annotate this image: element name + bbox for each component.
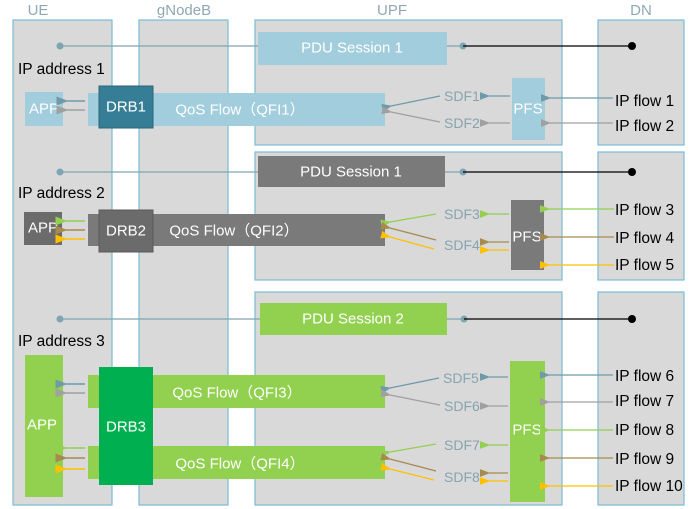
pfs-label: PFS	[512, 229, 541, 246]
dn-dot	[628, 168, 636, 176]
group-3: PDU Session 2 IP address 3 APP QoS Flow（…	[18, 303, 683, 502]
ip-flow-label: IP flow 6	[615, 368, 674, 385]
column-header-upf: UPF	[377, 2, 407, 19]
ip-flow-label: IP flow 2	[615, 118, 674, 135]
pdu-session-label: PDU Session 1	[301, 40, 403, 57]
sdf-label: SDF7	[444, 437, 480, 453]
ip-flow-label: IP flow 10	[615, 478, 683, 495]
app-label: APP	[28, 220, 58, 237]
ip-flow-label: IP flow 7	[615, 393, 674, 410]
ip-address-label: IP address 2	[18, 185, 105, 202]
pdu-session-label: PDU Session 1	[300, 164, 402, 181]
qos-flow-label: QoS Flow（QFI3）	[172, 385, 301, 402]
qos-flow-label: QoS Flow（QFI2）	[169, 223, 298, 240]
qos-flow-diagram: UE gNodeB UPF DN PDU Session 1 IP addres…	[12, 2, 685, 506]
sdf-label: SDF6	[444, 398, 480, 414]
ip-flow-label: IP flow 9	[615, 451, 674, 468]
dn-dot	[628, 315, 636, 323]
ip-flow-label: IP flow 5	[615, 257, 674, 274]
qos-flow-label: QoS Flow（QFI1）	[175, 102, 304, 119]
ip-address-dot	[56, 42, 64, 50]
ip-flow-label: IP flow 8	[615, 422, 674, 439]
ip-address-label: IP address 3	[18, 333, 105, 350]
column-header-ue: UE	[28, 2, 49, 19]
sdf-label: SDF3	[444, 206, 480, 222]
ip-address-dot	[56, 315, 64, 323]
app-label: APP	[29, 101, 59, 118]
ip-flow-label: IP flow 4	[615, 230, 675, 247]
sdf-label: SDF4	[444, 237, 480, 253]
dn-dot	[628, 42, 636, 50]
ip-flow-label: IP flow 3	[615, 202, 674, 219]
sdf-label: SDF1	[444, 88, 480, 104]
ip-address-dot	[56, 168, 64, 176]
sdf-label: SDF2	[444, 115, 480, 131]
sdf-label: SDF8	[444, 469, 480, 485]
drb-label: DRB1	[106, 99, 146, 116]
qos-flow-label: QoS Flow（QFI4）	[175, 456, 304, 473]
drb-label: DRB3	[106, 419, 146, 436]
pfs-label: PFS	[513, 101, 542, 118]
pfs-label: PFS	[512, 422, 541, 439]
column-header-dn: DN	[630, 2, 652, 19]
ip-address-label: IP address 1	[18, 61, 105, 78]
column-header-gnodeb: gNodeB	[157, 2, 211, 19]
ip-flow-label: IP flow 1	[615, 93, 674, 110]
drb-label: DRB2	[106, 223, 146, 240]
pdu-session-label: PDU Session 2	[302, 311, 404, 328]
sdf-label: SDF5	[443, 370, 479, 386]
app-label: APP	[27, 417, 57, 434]
